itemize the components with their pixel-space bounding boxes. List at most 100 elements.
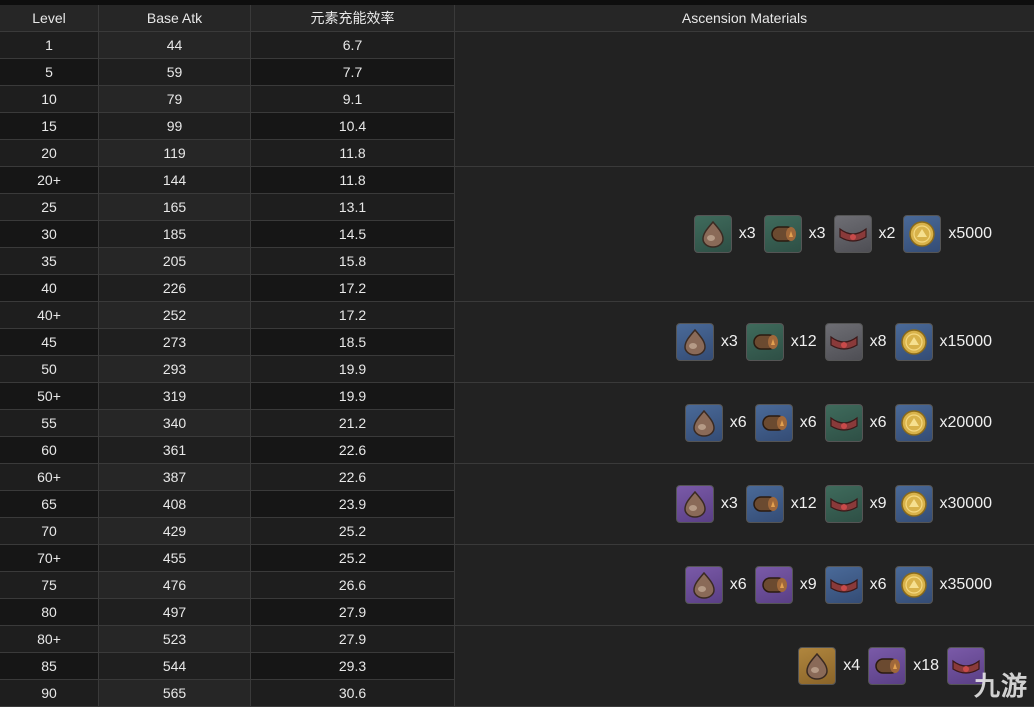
material-item: x6	[684, 404, 747, 442]
level-cell: 60	[0, 437, 99, 464]
material-quantity: x12	[790, 333, 817, 350]
level-cell: 70+	[0, 545, 99, 572]
material-quantity: x9	[799, 576, 817, 593]
base-atk-cell: 408	[99, 491, 251, 518]
table-row: 40+ 252 17.2	[0, 302, 455, 329]
table-row: 20 119 11.8	[0, 140, 455, 167]
energy-recharge-cell: 23.9	[251, 491, 455, 518]
coin-icon	[894, 485, 933, 523]
material-item: x2	[833, 215, 896, 253]
level-cell: 75	[0, 572, 99, 599]
energy-recharge-cell: 11.8	[251, 167, 455, 194]
base-atk-cell: 319	[99, 383, 251, 410]
scroll-icon	[868, 647, 907, 685]
material-item: x20000	[894, 404, 993, 442]
level-cell: 65	[0, 491, 99, 518]
material-quantity: x3	[720, 333, 738, 350]
material-quantity: x2	[878, 225, 896, 242]
table-row: 35 205 15.8	[0, 248, 455, 275]
material-item: x35000	[894, 566, 992, 604]
materials-list: x6 x9 x6 x35000	[677, 566, 992, 604]
material-quantity: x3	[720, 495, 738, 512]
energy-recharge-cell: 17.2	[251, 302, 455, 329]
base-atk-cell: 226	[99, 275, 251, 302]
base-atk-cell: 361	[99, 437, 251, 464]
crystal-icon	[824, 404, 863, 442]
header-base-atk: Base Atk	[99, 5, 251, 32]
material-item: x6	[824, 404, 887, 442]
table-row: 70 429 25.2	[0, 518, 455, 545]
level-cell: 5	[0, 59, 99, 86]
table-row: 55 340 21.2	[0, 410, 455, 437]
material-item: x6	[684, 566, 747, 604]
material-quantity: x3	[808, 225, 826, 242]
base-atk-cell: 565	[99, 680, 251, 707]
material-item: x3	[675, 323, 738, 361]
level-cell: 50	[0, 356, 99, 383]
energy-recharge-cell: 19.9	[251, 356, 455, 383]
base-atk-cell: 144	[99, 167, 251, 194]
table-row: 60+ 387 22.6	[0, 464, 455, 491]
watermark-logo: 九游	[973, 672, 1028, 702]
header-energy-recharge: 元素充能效率	[251, 5, 455, 32]
scroll-icon	[754, 404, 793, 442]
table-row: 80+ 523 27.9	[0, 626, 455, 653]
coin-icon	[894, 566, 933, 604]
energy-recharge-cell: 13.1	[251, 194, 455, 221]
ascension-materials-cell: x3 x3 x2 x5000	[455, 167, 1034, 302]
level-cell: 80+	[0, 626, 99, 653]
table-row: 1 44 6.7	[0, 32, 455, 59]
energy-recharge-cell: 26.6	[251, 572, 455, 599]
table-row: 10 79 9.1	[0, 86, 455, 113]
energy-recharge-cell: 27.9	[251, 599, 455, 626]
coin-icon	[894, 323, 933, 361]
crystal-icon	[824, 323, 863, 361]
energy-recharge-cell: 6.7	[251, 32, 455, 59]
material-quantity: x6	[869, 576, 887, 593]
base-atk-cell: 252	[99, 302, 251, 329]
energy-recharge-cell: 22.6	[251, 464, 455, 491]
level-cell: 25	[0, 194, 99, 221]
gem-icon	[693, 215, 732, 253]
material-quantity: x4	[843, 657, 861, 674]
base-atk-cell: 99	[99, 113, 251, 140]
scroll-icon	[763, 215, 802, 253]
gem-icon	[684, 404, 723, 442]
table-row: 15 99 10.4	[0, 113, 455, 140]
material-quantity: x18	[913, 657, 939, 674]
level-cell: 35	[0, 248, 99, 275]
base-atk-cell: 387	[99, 464, 251, 491]
table-row: 60 361 22.6	[0, 437, 455, 464]
base-atk-cell: 476	[99, 572, 251, 599]
table-row: 50 293 19.9	[0, 356, 455, 383]
base-atk-cell: 429	[99, 518, 251, 545]
energy-recharge-cell: 30.6	[251, 680, 455, 707]
coin-icon	[903, 215, 942, 253]
materials-list: x3 x12 x9 x30000	[668, 485, 992, 523]
material-item: x15000	[894, 323, 992, 361]
energy-recharge-cell: 25.2	[251, 518, 455, 545]
energy-recharge-cell: 14.5	[251, 221, 455, 248]
material-quantity: x5000	[948, 225, 992, 242]
level-cell: 20	[0, 140, 99, 167]
energy-recharge-cell: 21.2	[251, 410, 455, 437]
energy-recharge-cell: 29.3	[251, 653, 455, 680]
materials-list: x3 x3 x2 x5000	[686, 215, 992, 253]
base-atk-cell: 293	[99, 356, 251, 383]
base-atk-cell: 205	[99, 248, 251, 275]
table-row: 45 273 18.5	[0, 329, 455, 356]
energy-recharge-cell: 9.1	[251, 86, 455, 113]
table-row: 20+ 144 11.8	[0, 167, 455, 194]
level-cell: 15	[0, 113, 99, 140]
base-atk-cell: 165	[99, 194, 251, 221]
scroll-icon	[745, 323, 784, 361]
table-row: 25 165 13.1	[0, 194, 455, 221]
energy-recharge-cell: 15.8	[251, 248, 455, 275]
material-quantity: x6	[799, 414, 817, 431]
coin-icon	[894, 404, 933, 442]
scroll-icon	[754, 566, 793, 604]
energy-recharge-cell: 22.6	[251, 437, 455, 464]
material-quantity: x20000	[939, 414, 993, 431]
material-item: x8	[824, 323, 887, 361]
material-quantity: x30000	[939, 495, 993, 512]
